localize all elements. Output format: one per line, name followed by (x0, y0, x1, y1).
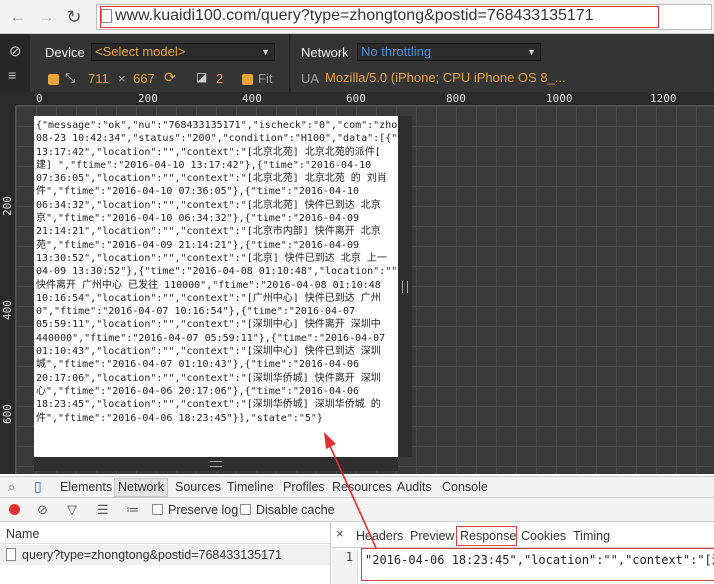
viewport-resize-handle-bottom[interactable] (34, 457, 398, 471)
times-symbol: × (118, 71, 126, 86)
panel-divider[interactable] (330, 522, 331, 584)
tab-console[interactable]: Console (442, 480, 488, 494)
network-requests-panel: Name query?type=zhongtong&postid=7684331… (0, 522, 714, 584)
response-code-line[interactable]: "2016-04-06 18:23:45","location":"","con… (365, 551, 714, 568)
device-select-value: <Select model> (95, 44, 186, 59)
tab-sources[interactable]: Sources (175, 480, 221, 494)
height-value[interactable]: 667 (133, 71, 155, 86)
chevron-down-icon: ▼ (261, 47, 270, 57)
tab-network[interactable]: Network (118, 480, 164, 494)
ruler-label: 1000 (546, 92, 573, 105)
network-throttle-select[interactable]: No throttling ▼ (357, 43, 541, 61)
name-header-label: Name (6, 527, 40, 541)
ruler-label: 1200 (650, 92, 677, 105)
ruler-corner (0, 92, 16, 106)
tab-profiles[interactable]: Profiles (283, 480, 325, 494)
list-view-icon[interactable]: ☰ (97, 502, 109, 518)
width-value[interactable]: 711 (88, 71, 109, 86)
horizontal-ruler: 0 200 400 600 800 1000 1200 (16, 92, 714, 106)
menu-lines-icon[interactable]: ≡ (8, 67, 16, 83)
no-entry-icon[interactable]: ⊘ (9, 42, 22, 60)
inspect-search-icon[interactable]: ⌕ (8, 479, 15, 495)
preserve-log-checkbox[interactable] (152, 504, 163, 515)
disable-cache-label: Disable cache (256, 503, 335, 517)
ruler-label: 200 (138, 92, 158, 105)
network-select-value: No throttling (361, 44, 432, 59)
grip-icon (402, 281, 408, 293)
device-label: Device (45, 45, 85, 60)
record-icon[interactable] (9, 504, 20, 515)
mobile-device-icon[interactable]: ▯ (34, 478, 42, 495)
browser-toolbar: ← → ↻ www.kuaidi100.com/query?type=zhong… (0, 0, 714, 34)
clear-icon[interactable]: ⊘ (37, 502, 48, 518)
line-number: 1 (345, 550, 353, 564)
page-icon (101, 9, 112, 23)
emulation-toolbar: ⊘ ≡ Device <Select model> ▼ ⤡ 711 × 667 … (0, 34, 714, 92)
reload-icon[interactable]: ↻ (64, 6, 84, 28)
tab-cookies[interactable]: Cookies (521, 529, 566, 543)
network-toolbar: ⊘ ▽ ☰ ≔ Preserve log Disable cache (0, 498, 714, 522)
user-agent-value[interactable]: Mozilla/5.0 (iPhone; CPU iPhone OS 8_... (325, 70, 566, 85)
emulated-viewport: {"message":"ok","nu":"768433135171","isc… (34, 116, 398, 457)
line-number-gutter: 1 (332, 550, 358, 584)
scale-icon: ◪ (196, 70, 208, 84)
device-section: Device <Select model> ▼ ⤡ 711 × 667 ⟳ ◪ … (30, 34, 290, 92)
ruler-label: 600 (1, 404, 14, 424)
emulation-side-panel: ⊘ ≡ (0, 34, 30, 92)
tab-elements[interactable]: Elements (60, 480, 112, 494)
filter-icon[interactable]: ▽ (67, 502, 77, 518)
forward-arrow-icon[interactable]: → (36, 6, 56, 28)
ruler-label: 400 (1, 300, 14, 320)
address-bar[interactable]: www.kuaidi100.com/query?type=zhongtong&p… (96, 4, 712, 30)
vertical-ruler: 200 400 600 (0, 106, 16, 474)
fit-label: Fit (258, 71, 273, 86)
json-response-text: {"message":"ok","nu":"768433135171","isc… (36, 120, 398, 424)
ua-label: UA (301, 71, 320, 86)
ruler-label: 200 (1, 196, 14, 216)
chevron-down-icon: ▼ (527, 47, 536, 57)
back-arrow-icon[interactable]: ← (8, 6, 28, 28)
url-text[interactable]: www.kuaidi100.com/query?type=zhongtong&p… (115, 7, 594, 25)
response-code-highlight: "2016-04-06 18:23:45","location":"","con… (361, 548, 714, 581)
close-icon[interactable]: × (336, 526, 344, 541)
disable-cache-checkbox[interactable] (240, 504, 251, 515)
network-label: Network (301, 45, 349, 60)
request-row[interactable]: query?type=zhongtong&postid=768433135171 (0, 545, 330, 565)
resolution-checkbox[interactable] (48, 74, 59, 85)
viewport-resize-handle-right[interactable] (398, 116, 412, 457)
ruler-label: 600 (346, 92, 366, 105)
tab-preview[interactable]: Preview (410, 529, 454, 543)
document-icon (6, 548, 16, 561)
ruler-label: 800 (446, 92, 466, 105)
overview-icon[interactable]: ≔ (126, 502, 139, 518)
request-name: query?type=zhongtong&postid=768433135171 (22, 548, 282, 562)
resize-arrows-icon: ⤡ (65, 70, 76, 85)
tab-headers[interactable]: Headers (356, 529, 403, 543)
tab-timeline[interactable]: Timeline (227, 480, 274, 494)
ruler-label: 400 (242, 92, 262, 105)
fit-checkbox[interactable] (242, 74, 253, 85)
ruler-label: 0 (36, 92, 43, 105)
grip-icon (210, 461, 222, 467)
tab-response[interactable]: Response (460, 529, 516, 543)
tab-timing[interactable]: Timing (573, 529, 610, 543)
swap-dimensions-icon[interactable]: ⟳ (164, 69, 176, 86)
preserve-log-label: Preserve log (168, 503, 239, 517)
tab-audits[interactable]: Audits (397, 480, 432, 494)
scale-value[interactable]: 2 (216, 71, 223, 86)
device-model-select[interactable]: <Select model> ▼ (91, 43, 275, 61)
name-column-header[interactable]: Name (0, 522, 330, 544)
devtools-tab-bar: ⌕ ▯ Elements Network Sources Timeline Pr… (0, 476, 714, 498)
tab-resources[interactable]: Resources (332, 480, 392, 494)
